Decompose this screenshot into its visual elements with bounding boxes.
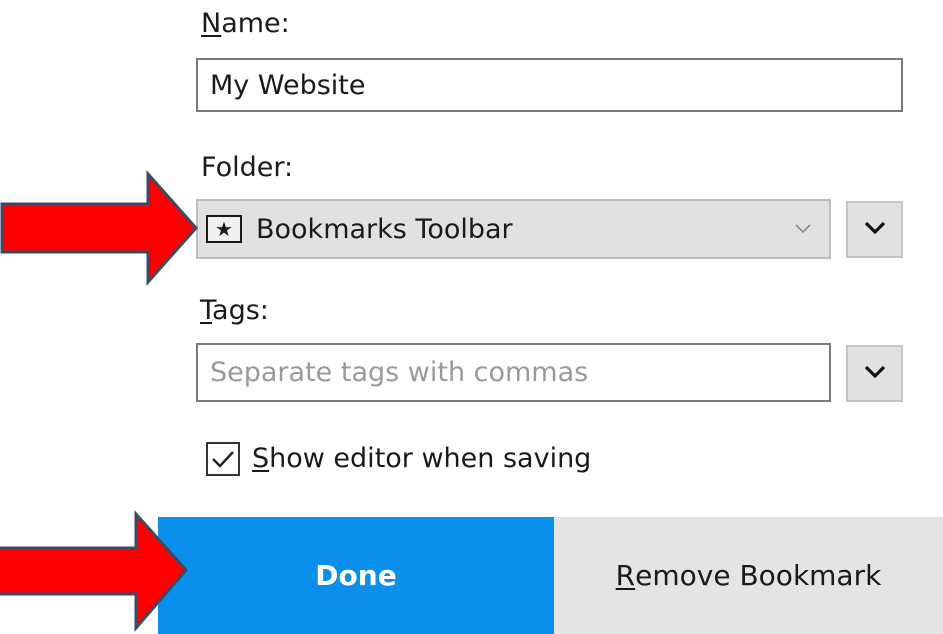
chevron-down-icon [864,220,886,239]
name-field[interactable] [196,58,903,112]
done-button[interactable]: Done [158,517,554,634]
folder-selected-value: Bookmarks Toolbar [256,213,513,245]
folder-label: Folder: [201,152,294,183]
show-editor-label: Show editor when saving [252,443,592,474]
show-editor-checkbox[interactable] [206,442,240,476]
show-editor-option[interactable]: Show editor when saving [206,442,591,476]
name-input[interactable] [210,69,901,101]
tags-label: Tags: [200,295,269,326]
tags-expand-button[interactable] [846,345,903,402]
name-label: Name: [201,8,290,39]
red-arrow-done-annotation [0,510,188,633]
red-arrow-folder-annotation [0,170,199,286]
checkmark-icon [212,451,234,468]
folder-expand-button[interactable] [846,201,903,258]
chevron-down-icon [783,224,823,234]
folder-select[interactable]: ★ Bookmarks Toolbar [196,199,831,259]
remove-bookmark-button[interactable]: Remove Bookmark [554,517,943,634]
tags-input[interactable] [210,357,829,388]
tags-field[interactable] [196,343,831,402]
star-icon: ★ [206,215,242,243]
chevron-down-icon [864,364,886,383]
